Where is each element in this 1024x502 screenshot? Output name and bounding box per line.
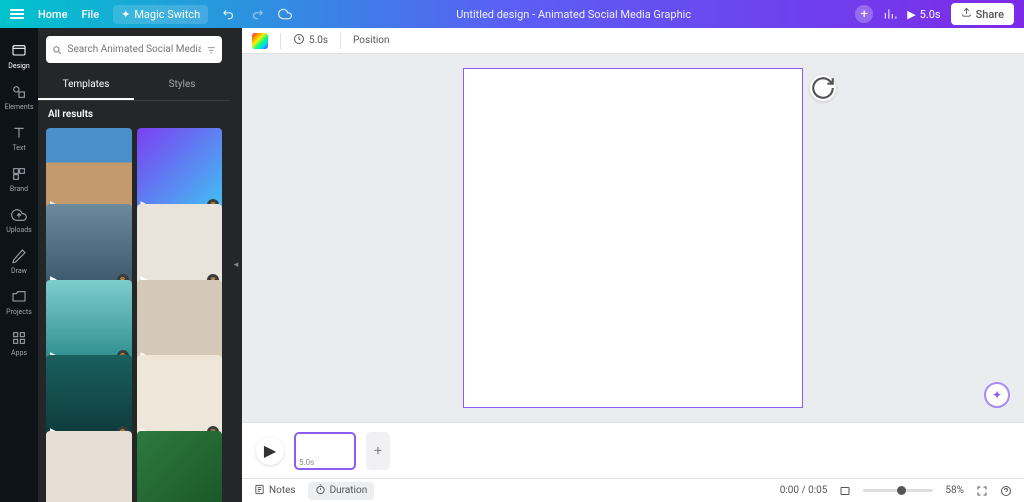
upload-icon <box>961 7 972 21</box>
elements-icon <box>11 84 27 100</box>
zoom-percentage[interactable]: 58% <box>945 485 964 496</box>
notes-icon <box>254 484 265 498</box>
rail-label: Uploads <box>6 226 32 234</box>
side-panel: Templates Styles All results ▶ ▶♛ ▶♛ ▶♛ … <box>38 28 230 502</box>
play-preview-button[interactable]: ▶ 5.0s <box>907 8 940 21</box>
document-title[interactable]: Untitled design - Animated Social Media … <box>292 8 855 21</box>
rail-label: Brand <box>10 185 28 193</box>
rail-elements[interactable]: Elements <box>0 77 38 118</box>
page-duration-control[interactable]: 5.0s <box>293 33 328 48</box>
page-color-picker[interactable] <box>252 33 268 49</box>
rail-projects[interactable]: Projects <box>0 282 38 323</box>
template-item[interactable]: ▶♛ <box>46 204 132 290</box>
template-item[interactable]: ▶♛ <box>46 280 132 366</box>
canvas-toolbar: 5.0s Position <box>242 28 1024 54</box>
brand-icon <box>11 166 27 182</box>
template-item[interactable]: ▶♛ <box>137 128 223 214</box>
fullscreen-button[interactable] <box>976 485 988 497</box>
home-link[interactable]: Home <box>38 8 68 21</box>
results-header: All results <box>38 101 230 128</box>
separator <box>280 33 281 49</box>
sparkle-icon: ✦ <box>121 8 130 21</box>
pages-view-button[interactable] <box>839 485 851 497</box>
template-item[interactable]: ▶♛ <box>137 355 223 441</box>
text-icon <box>11 125 27 141</box>
rail-draw[interactable]: Draw <box>0 241 38 282</box>
regenerate-button[interactable] <box>810 75 836 101</box>
share-button[interactable]: Share <box>951 3 1014 25</box>
side-rail: Design Elements Text Brand Uploads Draw … <box>0 28 38 502</box>
template-item[interactable]: ▶ <box>46 128 132 214</box>
design-icon <box>11 43 27 59</box>
rail-label: Design <box>8 62 29 70</box>
position-button[interactable]: Position <box>353 35 389 46</box>
projects-icon <box>11 289 27 305</box>
timeline-page-thumb[interactable]: 5.0s <box>294 432 356 470</box>
search-icon <box>52 40 63 59</box>
clock-icon <box>293 33 305 48</box>
redo-icon[interactable] <box>250 7 264 21</box>
timer-icon <box>315 484 326 498</box>
rail-label: Text <box>12 144 25 152</box>
rail-label: Elements <box>4 103 33 111</box>
rail-brand[interactable]: Brand <box>0 159 38 200</box>
template-search[interactable] <box>46 36 222 63</box>
panel-collapse-handle[interactable]: ◂ <box>230 28 242 502</box>
bottom-bar: Notes Duration 0:00 / 0:05 58% <box>242 478 1024 502</box>
separator <box>340 33 341 49</box>
undo-icon[interactable] <box>222 7 236 21</box>
timeline: ▶ 5.0s + <box>242 422 1024 478</box>
timeline-play-button[interactable]: ▶ <box>256 437 284 465</box>
template-item[interactable]: ▶♛ <box>137 204 223 290</box>
rail-uploads[interactable]: Uploads <box>0 200 38 241</box>
notes-label: Notes <box>269 485 296 496</box>
template-item[interactable]: ▶ <box>137 431 223 502</box>
rail-label: Draw <box>11 267 27 275</box>
tab-styles[interactable]: Styles <box>134 71 230 100</box>
analytics-icon[interactable] <box>883 7 897 21</box>
filter-icon[interactable] <box>206 40 217 59</box>
share-label: Share <box>976 8 1004 21</box>
canvas-stage: ✦ <box>242 54 1024 422</box>
thumb-duration: 5.0s <box>299 458 314 467</box>
search-input[interactable] <box>68 44 201 55</box>
magic-switch-button[interactable]: ✦ Magic Switch <box>113 5 208 24</box>
draw-icon <box>11 248 27 264</box>
play-icon: ▶ <box>907 8 915 21</box>
tab-templates[interactable]: Templates <box>38 71 134 100</box>
file-menu[interactable]: File <box>82 8 100 21</box>
rail-apps[interactable]: Apps <box>0 323 38 364</box>
ai-assistant-button[interactable]: ✦ <box>984 382 1010 408</box>
playback-time: 0:00 / 0:05 <box>780 485 828 496</box>
zoom-slider[interactable] <box>863 489 933 492</box>
notes-button[interactable]: Notes <box>254 484 296 498</box>
rail-label: Apps <box>11 349 27 357</box>
template-item[interactable]: ▶♛ <box>46 355 132 441</box>
cloud-sync-icon[interactable] <box>278 7 292 21</box>
apps-icon <box>11 330 27 346</box>
rail-text[interactable]: Text <box>0 118 38 159</box>
template-item[interactable]: ▶ <box>46 431 132 502</box>
duration-value: 5.0s <box>309 35 328 46</box>
canvas-page[interactable] <box>463 68 803 408</box>
rail-label: Projects <box>6 308 32 316</box>
duration-button[interactable]: Duration <box>308 482 375 500</box>
rail-design[interactable]: Design <box>0 36 38 77</box>
uploads-icon <box>11 207 27 223</box>
duration-btn-label: Duration <box>330 485 368 496</box>
help-button[interactable] <box>1000 485 1012 497</box>
template-item[interactable]: ▶ <box>137 280 223 366</box>
add-button[interactable]: + <box>855 5 873 23</box>
magic-switch-label: Magic Switch <box>134 8 200 21</box>
add-page-button[interactable]: + <box>366 432 390 470</box>
hamburger-menu[interactable] <box>10 9 24 19</box>
templates-grid: ▶ ▶♛ ▶♛ ▶♛ ▶♛ ▶ ▶♛ ▶♛ ▶ ▶ <box>38 128 230 502</box>
duration-label: 5.0s <box>920 8 941 21</box>
